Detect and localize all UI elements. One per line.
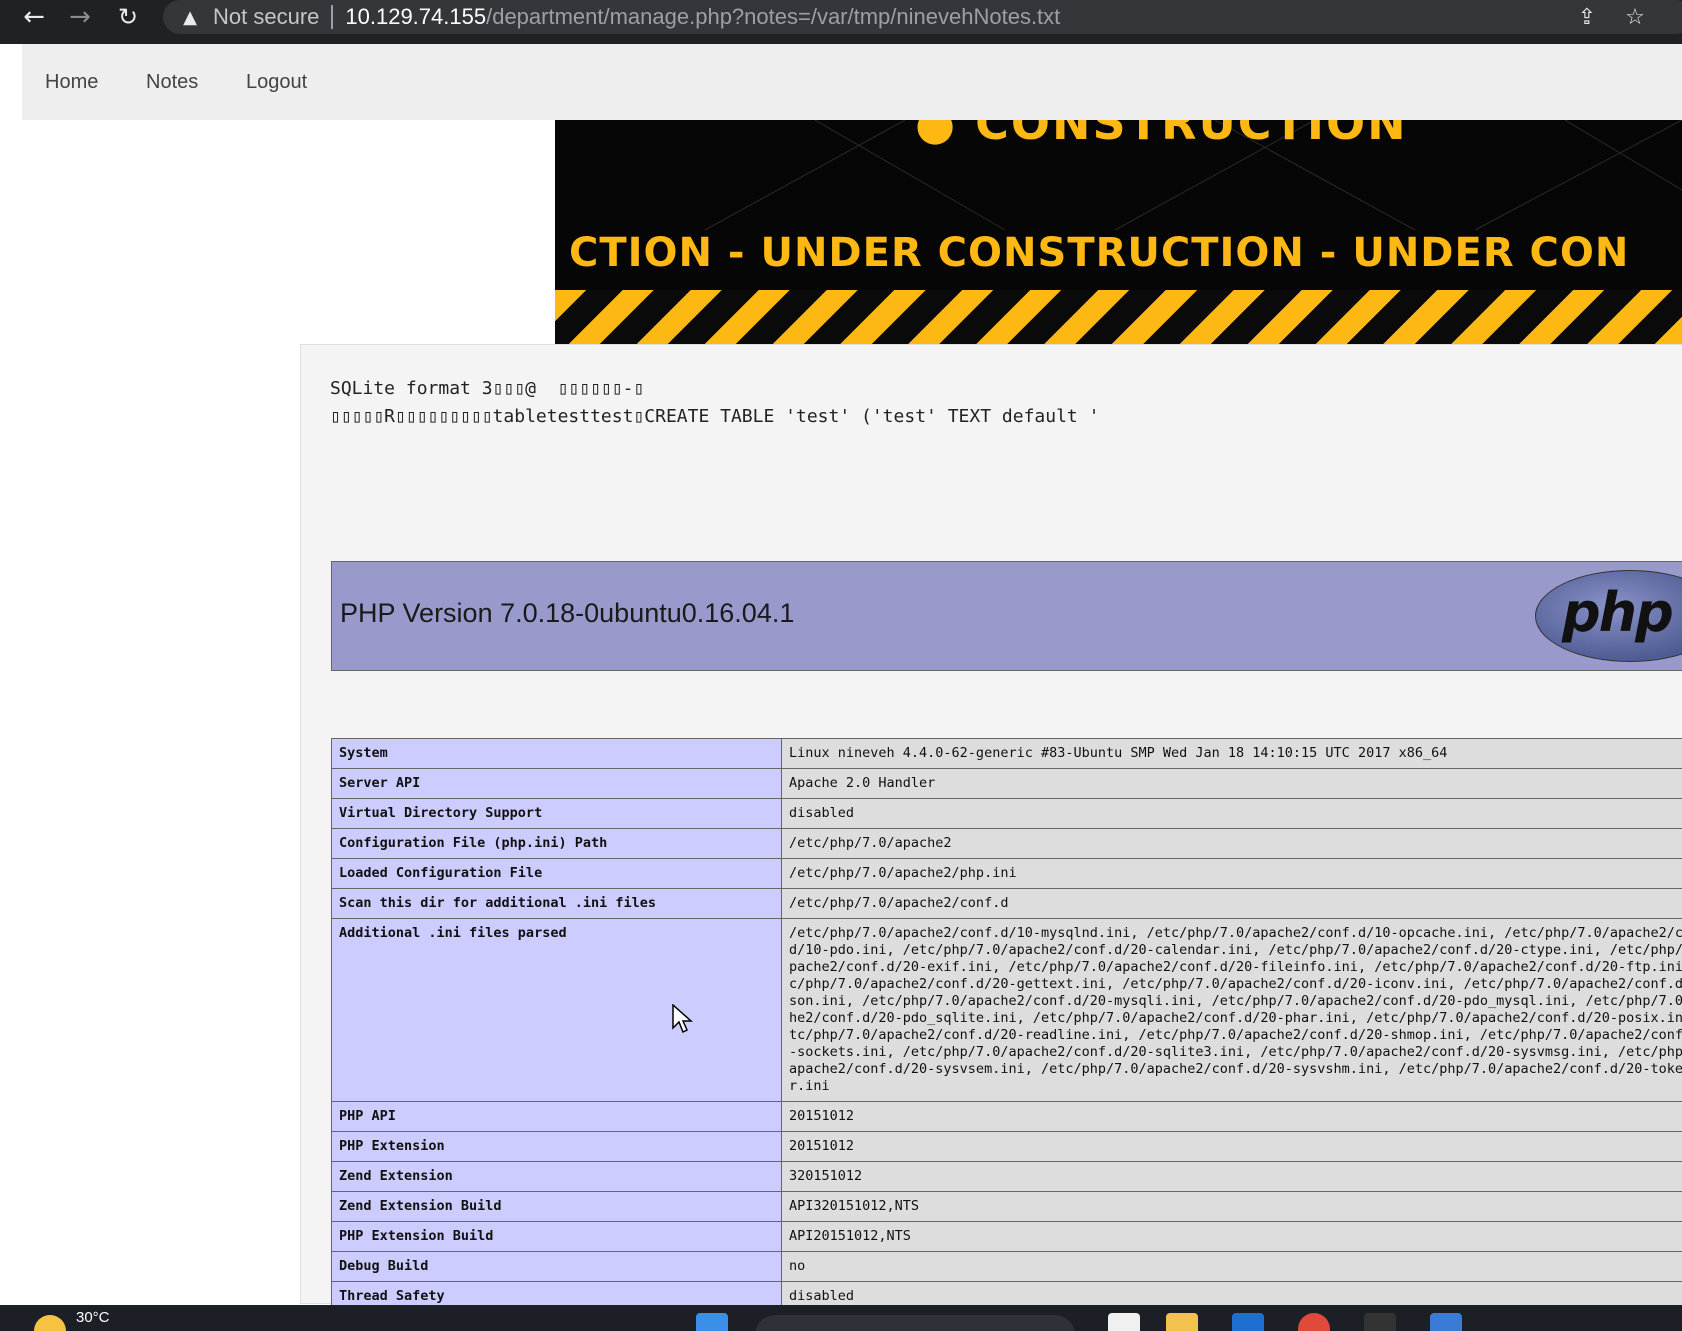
star-icon[interactable]: ☆: [1620, 2, 1650, 32]
row-value: no: [781, 1251, 1682, 1282]
share-icon[interactable]: ⇪: [1572, 2, 1602, 32]
banner-main-text: CTION - UNDER CONSTRUCTION - UNDER CON: [569, 230, 1630, 276]
address-bar[interactable]: ▲ Not secure 10.129.74.155/department/ma…: [163, 0, 1682, 34]
search-box[interactable]: [755, 1315, 1075, 1331]
chrome-icon[interactable]: [1298, 1313, 1330, 1331]
row-value: Apache 2.0 Handler: [781, 768, 1682, 799]
row-value: /etc/php/7.0/apache2/php.ini: [781, 858, 1682, 889]
sqlite-line-1: SQLite format 3▯▯▯@ ▯▯▯▯▯▯-▯: [330, 378, 645, 399]
browser-toolbar: ← → ↻ ▲ Not secure 10.129.74.155/departm…: [0, 0, 1682, 44]
php-version-title: PHP Version 7.0.18-0ubuntu0.16.04.1: [340, 598, 795, 628]
app-icon[interactable]: [1364, 1313, 1396, 1331]
under-construction-banner: ● CONSTRUCTION CTION - UNDER CONSTRUCTIO…: [555, 120, 1682, 344]
table-row: Loaded Configuration File/etc/php/7.0/ap…: [331, 858, 1682, 889]
row-key: System: [331, 738, 782, 769]
row-key: Debug Build: [331, 1251, 782, 1282]
warning-icon[interactable]: ▲: [179, 6, 201, 28]
app-icon[interactable]: [1430, 1313, 1462, 1331]
nav-notes-link[interactable]: Notes: [146, 71, 198, 94]
php-logo[interactable]: php: [1535, 570, 1682, 662]
row-value: disabled: [781, 798, 1682, 829]
row-value: Linux nineveh 4.4.0-62-generic #83-Ubunt…: [781, 738, 1682, 769]
row-value: 20151012: [781, 1131, 1682, 1162]
row-value: 20151012: [781, 1101, 1682, 1132]
row-key: PHP Extension: [331, 1131, 782, 1162]
table-row: PHP API 20151012: [331, 1101, 1682, 1132]
row-key: Additional .ini files parsed: [331, 918, 782, 1102]
table-row: Additional .ini files parsed/etc/php/7.0…: [331, 918, 1682, 1102]
row-value: API20151012,NTS: [781, 1221, 1682, 1252]
folder-icon[interactable]: [1166, 1313, 1198, 1331]
table-row: Configuration File (php.ini) Path/etc/ph…: [331, 828, 1682, 859]
windows-start-icon[interactable]: [696, 1313, 728, 1331]
forward-arrow-icon[interactable]: →: [58, 0, 102, 34]
row-key: Virtual Directory Support: [331, 798, 782, 829]
reload-icon[interactable]: ↻: [106, 0, 150, 34]
nav-background: [333, 44, 1682, 120]
table-row: Zend Extension Build API320151012,NTS: [331, 1191, 1682, 1222]
phpinfo-header: PHP Version 7.0.18-0ubuntu0.16.04.1 php: [331, 561, 1682, 671]
url-host[interactable]: 10.129.74.155: [345, 4, 486, 30]
weather-icon[interactable]: [34, 1315, 66, 1331]
php-logo-text: php: [1562, 581, 1674, 644]
table-row: Server API Apache 2.0 Handler: [331, 768, 1682, 799]
row-key: Scan this dir for additional .ini files: [331, 888, 782, 919]
nav-logout-link[interactable]: Logout: [246, 71, 307, 94]
table-row: Virtual Directory Support disabled: [331, 798, 1682, 829]
phpinfo-table: System Linux nineveh 4.4.0-62-generic #83…: [331, 738, 1682, 1312]
row-key: Configuration File (php.ini) Path: [331, 828, 782, 859]
temperature[interactable]: 30°C: [76, 1309, 110, 1326]
app-icon[interactable]: [1232, 1313, 1264, 1331]
mouse-cursor-icon: [672, 1004, 693, 1034]
row-key: PHP API: [331, 1101, 782, 1132]
sqlite-raw-output: SQLite format 3▯▯▯@ ▯▯▯▯▯▯-▯ ▯▯▯▯▯R▯▯▯▯▯▯…: [330, 375, 1099, 431]
hazard-stripes: [555, 290, 1682, 344]
back-arrow-icon[interactable]: ←: [12, 0, 56, 34]
row-key: Loaded Configuration File: [331, 858, 782, 889]
row-key: Zend Extension Build: [331, 1191, 782, 1222]
table-row: System Linux nineveh 4.4.0-62-generic #83…: [331, 738, 1682, 769]
site-nav: Home Notes Logout: [22, 44, 333, 120]
table-row: Scan this dir for additional .ini files /…: [331, 888, 1682, 919]
table-row: PHP Extension 20151012: [331, 1131, 1682, 1162]
separator: [331, 5, 334, 29]
table-row: PHP Extension Build API20151012,NTS: [331, 1221, 1682, 1252]
row-value: API320151012,NTS: [781, 1191, 1682, 1222]
row-value: 320151012: [781, 1161, 1682, 1192]
row-key: Server API: [331, 768, 782, 799]
row-value: /etc/php/7.0/apache2/conf.d: [781, 888, 1682, 919]
url-path[interactable]: /department/manage.php?notes=/var/tmp/ni…: [486, 4, 1060, 30]
sqlite-line-2: ▯▯▯▯▯R▯▯▯▯▯▯▯▯▯tabletesttest▯CREATE TABL…: [330, 406, 1100, 427]
table-row: Zend Extension 320151012: [331, 1161, 1682, 1192]
row-value: /etc/php/7.0/apache2: [781, 828, 1682, 859]
banner-top-text: ● CONSTRUCTION: [915, 120, 1408, 150]
security-label[interactable]: Not secure: [213, 4, 319, 30]
taskbar: 30°C: [0, 1305, 1682, 1331]
file-icon[interactable]: [1108, 1313, 1140, 1331]
table-row: Debug Build no: [331, 1251, 1682, 1282]
row-value: /etc/php/7.0/apache2/conf.d/10-mysqlnd.i…: [781, 918, 1682, 1102]
row-key: Zend Extension: [331, 1161, 782, 1192]
row-key: PHP Extension Build: [331, 1221, 782, 1252]
nav-home-link[interactable]: Home: [45, 71, 98, 94]
